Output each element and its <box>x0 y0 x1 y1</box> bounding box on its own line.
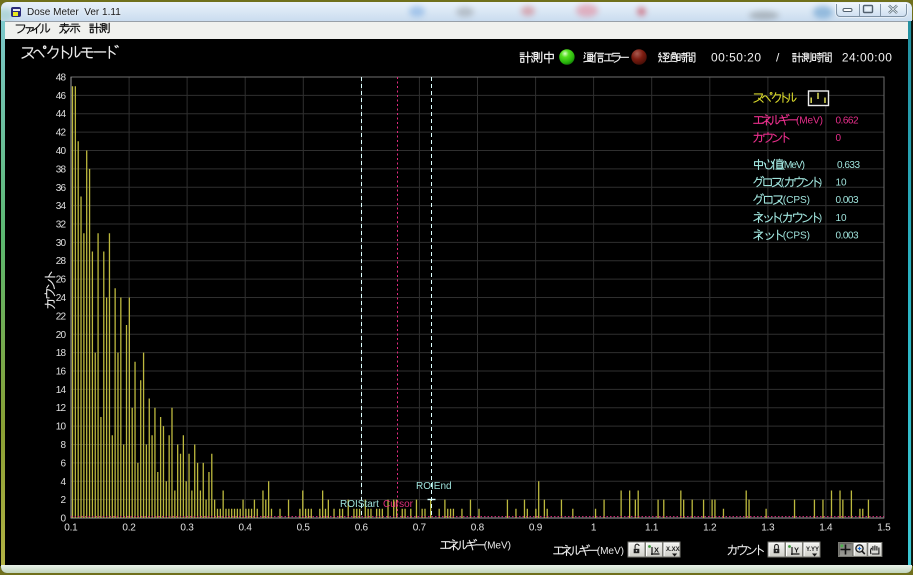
svg-text:(MeV): (MeV) <box>796 115 823 126</box>
svg-text:12: 12 <box>56 403 67 414</box>
svg-text:28: 28 <box>56 256 67 267</box>
svg-text:1.1: 1.1 <box>645 523 659 534</box>
svg-text:/: / <box>776 51 780 65</box>
svg-text:40: 40 <box>56 146 67 157</box>
svg-text:1.2: 1.2 <box>703 523 717 534</box>
svg-text:46: 46 <box>56 91 67 102</box>
svg-text:0.7: 0.7 <box>413 523 427 534</box>
svg-text:0.662: 0.662 <box>836 116 859 127</box>
svg-text:14: 14 <box>56 385 67 396</box>
svg-text:1.5: 1.5 <box>877 523 891 534</box>
svg-text:32: 32 <box>56 220 67 231</box>
svg-text:24: 24 <box>56 293 67 304</box>
svg-text:(CPS): (CPS) <box>783 230 810 241</box>
svg-text:4: 4 <box>60 477 66 488</box>
svg-text:1: 1 <box>591 523 597 534</box>
svg-text:0.9: 0.9 <box>529 523 543 534</box>
svg-text:Y: Y <box>794 546 799 555</box>
svg-text:24:00:00: 24:00:00 <box>842 51 892 65</box>
svg-text:X: X <box>654 546 659 555</box>
svg-text:0.5: 0.5 <box>297 523 311 534</box>
svg-text:00:50:20: 00:50:20 <box>711 51 761 65</box>
svg-text:): ) <box>819 177 822 188</box>
svg-text:): ) <box>819 213 822 224</box>
svg-text:2: 2 <box>60 495 66 506</box>
svg-text:1.3: 1.3 <box>761 523 775 534</box>
svg-text:Y.YY: Y.YY <box>806 547 819 553</box>
svg-text:10: 10 <box>836 178 847 189</box>
svg-text:16: 16 <box>56 367 67 378</box>
svg-text:(CPS): (CPS) <box>783 195 810 206</box>
svg-text:0.6: 0.6 <box>355 523 369 534</box>
svg-text:18: 18 <box>56 348 67 359</box>
svg-text:0.2: 0.2 <box>122 523 136 534</box>
svg-text:0.633: 0.633 <box>837 160 860 171</box>
svg-text:34: 34 <box>56 201 67 212</box>
svg-text:42: 42 <box>56 128 67 139</box>
svg-text:(MeV): (MeV) <box>484 540 511 551</box>
svg-text:1.4: 1.4 <box>819 523 833 534</box>
svg-text:0.003: 0.003 <box>836 195 859 206</box>
svg-text:30: 30 <box>56 238 67 249</box>
svg-text:44: 44 <box>56 109 67 120</box>
svg-text:36: 36 <box>56 183 67 194</box>
svg-text:(: ( <box>779 213 783 224</box>
svg-text:ROIStart: ROIStart <box>340 499 379 510</box>
svg-text:X.XX: X.XX <box>666 547 680 553</box>
svg-text:20: 20 <box>56 330 67 341</box>
svg-text:(: ( <box>781 177 785 188</box>
svg-text:8: 8 <box>60 440 66 451</box>
svg-text:0: 0 <box>836 133 842 144</box>
svg-text:0.1: 0.1 <box>64 523 78 534</box>
svg-text:0.3: 0.3 <box>180 523 194 534</box>
svg-text:38: 38 <box>56 164 67 175</box>
svg-text:6: 6 <box>60 458 66 469</box>
svg-text:10: 10 <box>836 213 847 224</box>
svg-text:Cursor: Cursor <box>383 499 414 510</box>
svg-text:(MeV): (MeV) <box>597 546 624 557</box>
svg-text:22: 22 <box>56 311 67 322</box>
svg-text:48: 48 <box>56 73 67 84</box>
svg-text:26: 26 <box>56 275 67 286</box>
svg-text:0.003: 0.003 <box>836 231 859 242</box>
svg-text:0.4: 0.4 <box>239 523 253 534</box>
svg-text:10: 10 <box>56 422 67 433</box>
svg-text:ROIEnd: ROIEnd <box>416 481 452 492</box>
svg-text:0.8: 0.8 <box>471 523 485 534</box>
svg-text:(MeV): (MeV) <box>782 160 806 171</box>
